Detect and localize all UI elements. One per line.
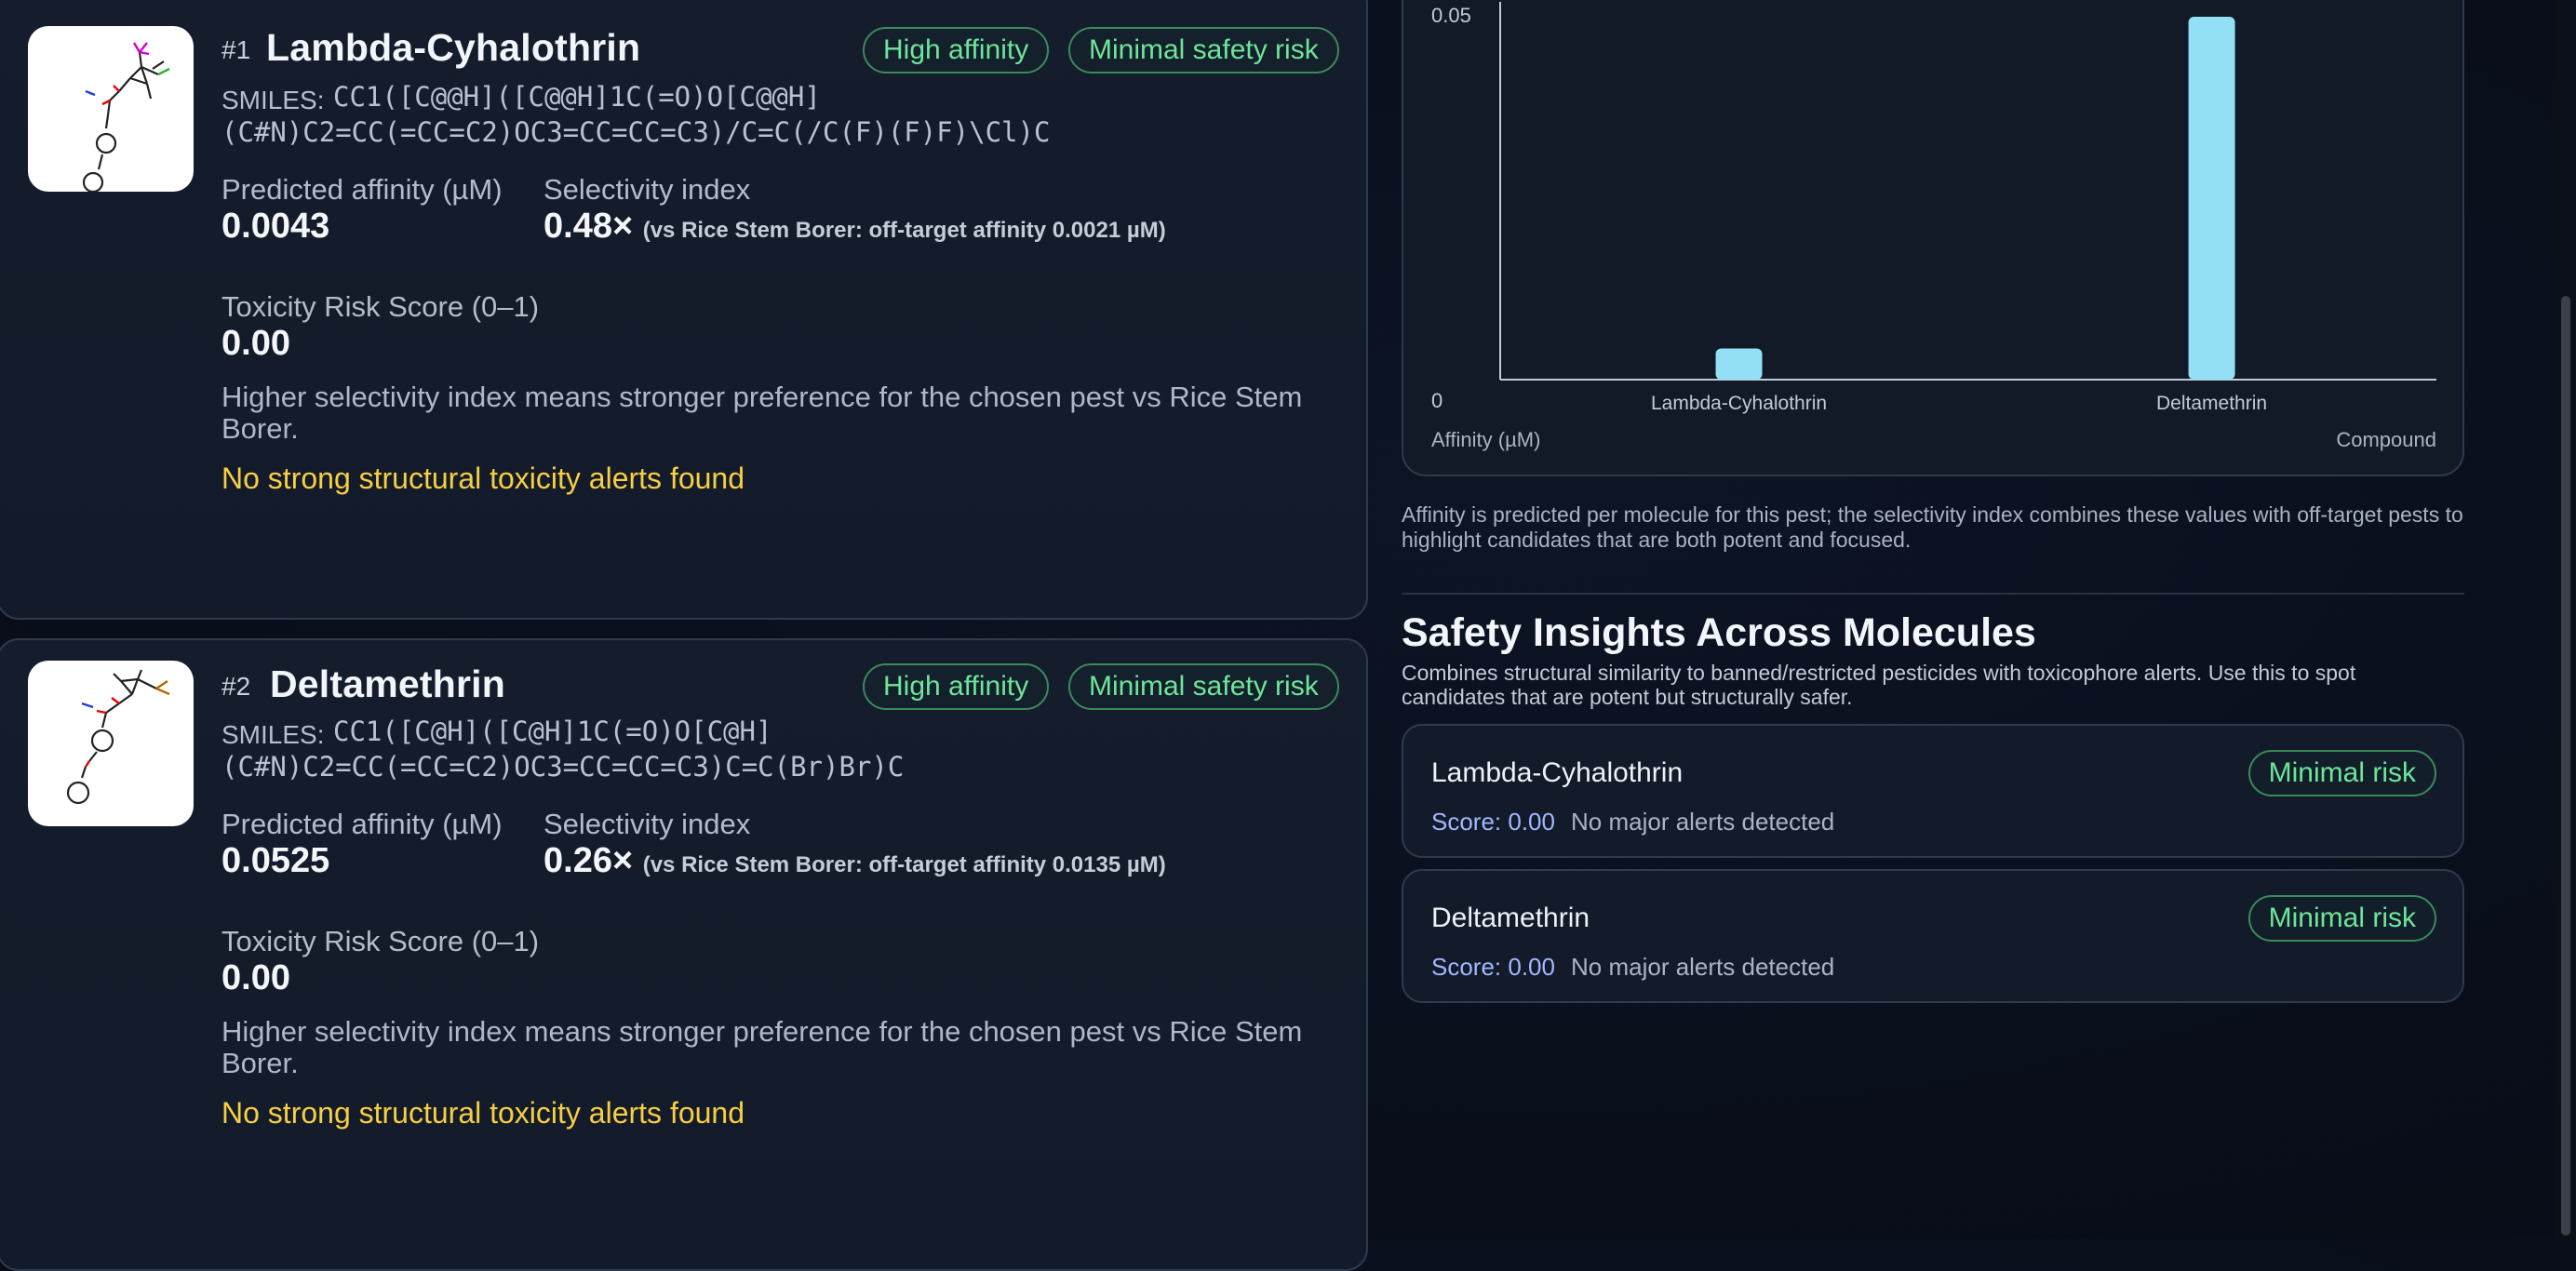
safety-card: Lambda-Cyhalothrin Minimal risk Score: 0… bbox=[1402, 724, 2464, 858]
badge-high-affinity: High affinity bbox=[863, 663, 1050, 710]
risk-badge: Minimal risk bbox=[2247, 895, 2436, 942]
molecule-structure-image bbox=[28, 661, 194, 826]
safety-note: No major alerts detected bbox=[1571, 808, 1835, 836]
smiles-line-2: (C#N)C2=CC(=CC=C2)OC3=CC=CC=C3)C=C(Br)Br… bbox=[221, 751, 905, 783]
x-tick-label: Lambda-Cyhalothrin bbox=[1651, 393, 1827, 414]
section-divider bbox=[1402, 593, 2464, 595]
bar-deltamethrin bbox=[2188, 17, 2235, 380]
toxicity-label: Toxicity Risk Score (0–1) bbox=[221, 290, 540, 323]
selectivity-label: Selectivity index bbox=[543, 808, 751, 840]
safety-section-subtitle: Combines structural similarity to banned… bbox=[1402, 661, 2356, 709]
y-axis-title: Affinity (µM) bbox=[1431, 428, 1540, 451]
smiles-label: SMILES: bbox=[221, 720, 325, 749]
smiles-line-1: CC1([C@@H]([C@@H]1C(=O)O[C@@H] bbox=[333, 81, 821, 113]
safety-note: No major alerts detected bbox=[1571, 953, 1835, 981]
selectivity-explanation: Higher selectivity index means stronger … bbox=[221, 1015, 1303, 1079]
smiles-label: SMILES: bbox=[221, 86, 325, 114]
safety-compound-name: Lambda-Cyhalothrin bbox=[1431, 757, 1684, 788]
y-tick-label: 0 bbox=[1431, 389, 1442, 412]
bar-lambda-cyhalothrin bbox=[1715, 348, 1763, 380]
toxicity-label: Toxicity Risk Score (0–1) bbox=[221, 925, 540, 957]
selectivity-explanation: Higher selectivity index means stronger … bbox=[221, 381, 1303, 445]
chart-caption: Affinity is predicted per molecule for t… bbox=[1402, 502, 2463, 552]
compound-name: Deltamethrin bbox=[270, 662, 506, 705]
scrollbar-thumb[interactable] bbox=[2561, 296, 2570, 1236]
toxicity-alert-message: No strong structural toxicity alerts fou… bbox=[221, 462, 745, 495]
smiles-line-2: (C#N)C2=CC(=CC=C2)OC3=CC=CC=C3)/C=C(/C(F… bbox=[221, 116, 1051, 148]
safety-score: Score: 0.00 bbox=[1431, 953, 1555, 981]
safety-compound-name: Deltamethrin bbox=[1431, 903, 1590, 933]
affinity-value: 0.0525 bbox=[221, 841, 330, 880]
affinity-label: Predicted affinity (µM) bbox=[221, 173, 503, 206]
result-card: #1 Lambda-Cyhalothrin High affinity Mini… bbox=[0, 0, 1368, 620]
x-tick-label: Deltamethrin bbox=[2156, 393, 2267, 414]
y-tick-label: 0.05 bbox=[1431, 4, 1471, 27]
rank-label: #2 bbox=[221, 672, 251, 701]
risk-badge: Minimal risk bbox=[2247, 750, 2436, 796]
safety-score: Score: 0.00 bbox=[1431, 808, 1555, 836]
selectivity-note: (vs Rice Stem Borer: off-target affinity… bbox=[642, 218, 1166, 243]
safety-card: Deltamethrin Minimal risk Score: 0.00 No… bbox=[1402, 869, 2464, 1003]
smiles-line-1: CC1([C@H]([C@H]1C(=O)O[C@H] bbox=[333, 716, 772, 747]
affinity-value: 0.0043 bbox=[221, 207, 330, 246]
result-card: #2 Deltamethrin High affinity Minimal sa… bbox=[0, 638, 1368, 1271]
affinity-bar-chart: 0.05 0 Lambda-Cyhalothrin Deltamethrin Af… bbox=[1431, 2, 2436, 451]
x-axis-title: Compound bbox=[2336, 428, 2436, 451]
affinity-chart-panel: 0.05 0 Lambda-Cyhalothrin Deltamethrin Af… bbox=[1402, 0, 2464, 476]
affinity-label: Predicted affinity (µM) bbox=[221, 808, 503, 840]
selectivity-value: 0.26× (vs Rice Stem Borer: off-target af… bbox=[543, 841, 1166, 880]
toxicity-value: 0.00 bbox=[221, 958, 290, 997]
selectivity-label: Selectivity index bbox=[543, 173, 751, 206]
badge-safety-risk: Minimal safety risk bbox=[1068, 663, 1339, 710]
selectivity-note: (vs Rice Stem Borer: off-target affinity… bbox=[642, 852, 1166, 877]
badge-high-affinity: High affinity bbox=[863, 27, 1050, 74]
toxicity-alert-message: No strong structural toxicity alerts fou… bbox=[221, 1096, 745, 1130]
rank-label: #1 bbox=[221, 35, 251, 64]
toxicity-value: 0.00 bbox=[221, 324, 290, 363]
molecule-structure-image bbox=[28, 26, 194, 192]
selectivity-value: 0.48× (vs Rice Stem Borer: off-target af… bbox=[543, 207, 1166, 246]
badge-safety-risk: Minimal safety risk bbox=[1068, 27, 1339, 74]
compound-name: Lambda-Cyhalothrin bbox=[266, 26, 641, 69]
safety-section-title: Safety Insights Across Molecules bbox=[1402, 610, 2036, 655]
